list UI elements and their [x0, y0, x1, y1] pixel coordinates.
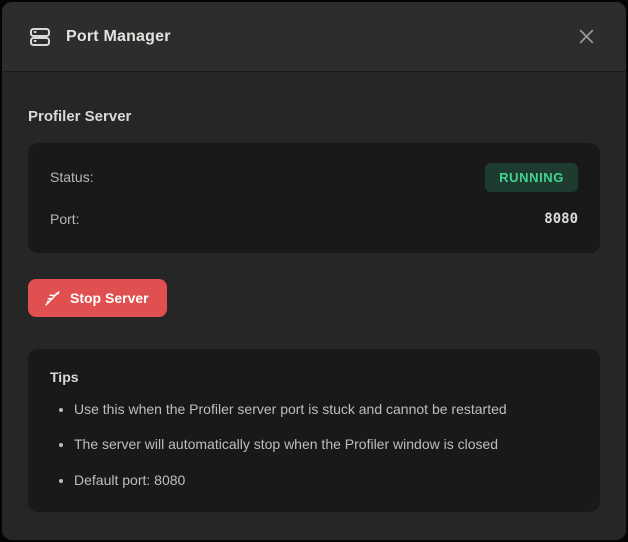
port-row: Port: 8080: [50, 203, 578, 235]
port-value: 8080: [544, 211, 578, 227]
status-badge: RUNNING: [485, 163, 578, 192]
stop-server-button[interactable]: Stop Server: [28, 279, 167, 317]
close-icon: [578, 28, 595, 45]
port-manager-dialog: Port Manager Profiler Server Status: RUN…: [2, 2, 626, 540]
status-label: Status:: [50, 169, 94, 185]
tips-panel: Tips Use this when the Profiler server p…: [28, 349, 600, 512]
tips-title: Tips: [50, 369, 578, 385]
server-icon: [28, 25, 52, 49]
dialog-title: Port Manager: [66, 28, 171, 46]
status-row: Status: RUNNING: [50, 161, 578, 193]
tip-item: The server will automatically stop when …: [74, 434, 578, 454]
tip-item: Default port: 8080: [74, 470, 578, 490]
tips-list: Use this when the Profiler server port i…: [50, 399, 578, 490]
section-heading: Profiler Server: [28, 108, 600, 125]
dialog-header: Port Manager: [2, 2, 626, 72]
screen: Port Manager Profiler Server Status: RUN…: [0, 0, 628, 542]
tip-item: Use this when the Profiler server port i…: [74, 399, 578, 419]
server-off-icon: [43, 289, 61, 307]
dialog-body: Profiler Server Status: RUNNING Port: 80…: [2, 72, 626, 540]
close-button[interactable]: [572, 23, 600, 51]
status-panel: Status: RUNNING Port: 8080: [28, 143, 600, 253]
stop-server-label: Stop Server: [70, 290, 149, 306]
port-label: Port:: [50, 211, 80, 227]
